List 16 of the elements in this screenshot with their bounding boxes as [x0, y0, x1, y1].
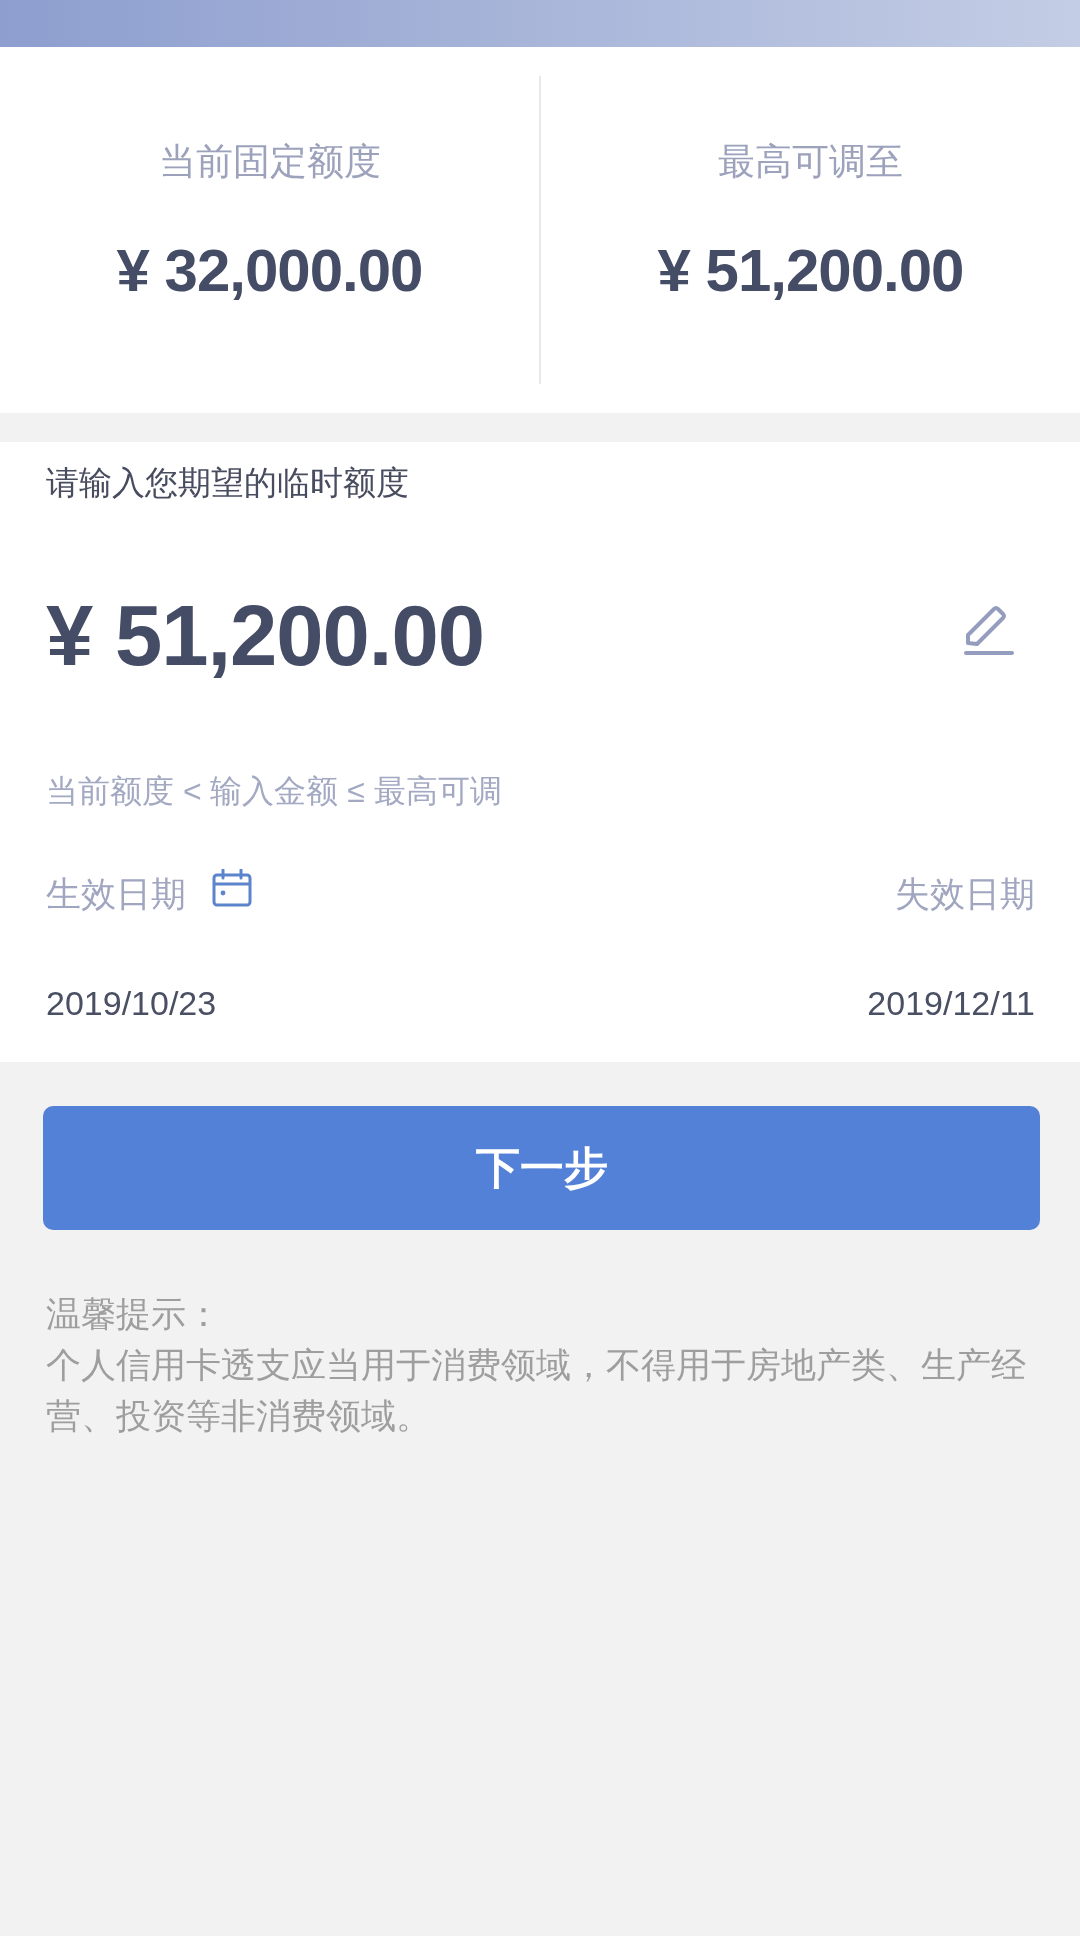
calendar-icon[interactable] [212, 869, 252, 907]
date-label: 失效日期 [895, 873, 1035, 915]
tips-title: 温馨提示： [46, 1293, 221, 1335]
date-value: 2019/10/23 [46, 983, 217, 1023]
limit-range-hint: 当前额度 < 输入金额 ≤ 最高可调 [46, 772, 502, 811]
next-button[interactable]: 下一步 [43, 1106, 1040, 1230]
date-label: 生效日期 [46, 873, 186, 915]
pencil-icon[interactable] [964, 606, 1014, 656]
date-value: 2019/12/11 [867, 983, 1035, 1023]
limit-amount: ¥ 51,200.00 [657, 236, 964, 306]
tips-text: 个人信用卡透支应当用于消费领域，不得用于房地产类、生产经营、投资等非消费领域。 [46, 1344, 1027, 1437]
limit-label: 当前固定额度 [158, 140, 381, 184]
amount-input-field[interactable]: ¥ 51,200.00 [46, 586, 485, 686]
prompt-text: 请输入您期望的临时额度 [46, 463, 409, 503]
limit-label: 最高可调至 [718, 140, 903, 184]
limit-amount: ¥ 32,000.00 [116, 236, 423, 306]
